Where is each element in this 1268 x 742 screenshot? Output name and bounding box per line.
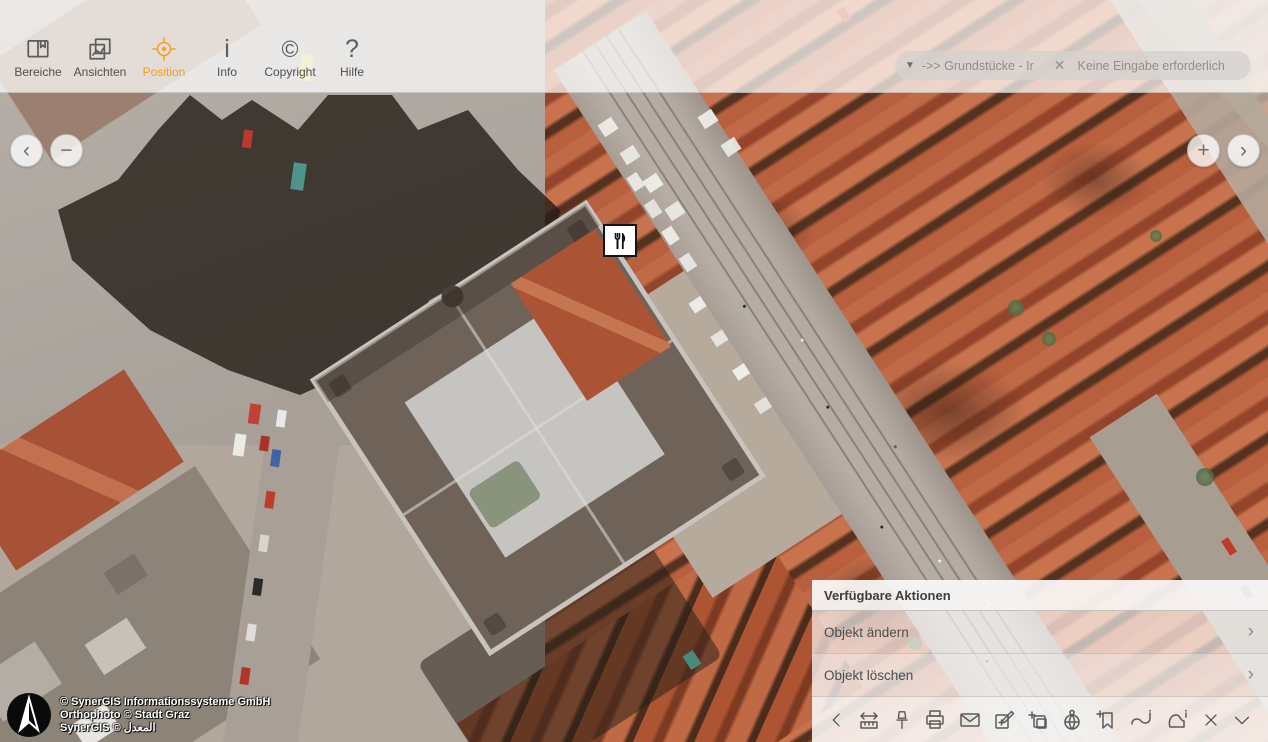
- chevron-down-icon[interactable]: [1231, 709, 1253, 731]
- chevron-right-icon: ›: [1240, 140, 1247, 161]
- close-x-icon[interactable]: [1201, 710, 1221, 730]
- map-art-person: [893, 445, 897, 449]
- search-icon[interactable]: [1241, 55, 1242, 77]
- copyright-icon: ©: [282, 36, 299, 62]
- pan-left-button[interactable]: ‹: [10, 134, 43, 167]
- attribution-line: © SynerGIS Informationssysteme GmbH: [60, 696, 270, 709]
- plus-icon: +: [1197, 140, 1209, 161]
- tool-position[interactable]: Position: [131, 36, 197, 79]
- action-objekt-loeschen[interactable]: Objekt löschen ›: [812, 654, 1268, 697]
- chevron-left-icon[interactable]: [827, 710, 847, 730]
- map-pin-icon[interactable]: [891, 709, 913, 731]
- tool-label: Ansichten: [74, 65, 127, 79]
- zoom-in-button[interactable]: +: [1187, 134, 1220, 167]
- tool-label: Position: [143, 65, 186, 79]
- north-compass-icon: [6, 692, 52, 738]
- attribution-line: Orthophoto © Stadt Graz: [60, 709, 270, 722]
- map-art-vehicle: [246, 623, 257, 641]
- tool-bereiche[interactable]: Bereiche: [5, 36, 71, 79]
- map-attribution: © SynerGIS Informationssysteme GmbH Orth…: [60, 696, 270, 735]
- minus-icon: −: [60, 140, 72, 161]
- identify-line-icon[interactable]: [1128, 708, 1154, 732]
- tool-label: Bereiche: [14, 65, 61, 79]
- map-art-vehicle: [252, 578, 263, 596]
- chevron-right-icon: ›: [1248, 664, 1254, 686]
- identify-area-icon[interactable]: [1165, 708, 1191, 732]
- tool-ansichten[interactable]: Ansichten: [67, 36, 133, 79]
- pan-right-button[interactable]: ›: [1227, 134, 1260, 167]
- map-art-panel: [85, 618, 147, 675]
- search-input[interactable]: [1076, 58, 1241, 74]
- map-art-vehicle: [270, 449, 281, 467]
- attribution-line: SynerGIS © المعدل: [60, 722, 270, 735]
- chevron-right-icon: ›: [1248, 621, 1254, 643]
- restaurant-fork-knife-icon: [608, 229, 632, 253]
- action-label: Objekt löschen: [824, 668, 913, 683]
- actions-panel-title: Verfügbare Aktionen: [812, 580, 1268, 611]
- tool-hilfe[interactable]: ? Hilfe: [319, 36, 385, 79]
- actions-panel: Verfügbare Aktionen Objekt ändern › Obje…: [812, 580, 1268, 742]
- restaurant-marker[interactable]: [603, 224, 637, 257]
- chevron-down-icon: ▼: [905, 60, 915, 71]
- tool-info[interactable]: i Info: [194, 36, 260, 79]
- zoom-out-button[interactable]: −: [50, 134, 83, 167]
- map-art-tree: [1150, 230, 1162, 242]
- action-label: Objekt ändern: [824, 625, 909, 640]
- map-art-vehicle: [264, 491, 275, 509]
- map-art-vehicle: [258, 534, 269, 552]
- measure-ruler-icon[interactable]: [857, 708, 881, 732]
- map-art-tree: [1008, 300, 1024, 316]
- map-art-tower: [721, 457, 746, 482]
- search-bar: ▼ ->> Grundstücke - Ir ✕: [895, 51, 1251, 80]
- map-art-vehicle: [276, 410, 287, 428]
- envelope-icon[interactable]: [958, 708, 982, 732]
- edit-object-icon[interactable]: [992, 708, 1016, 732]
- copy-object-icon[interactable]: [1026, 708, 1050, 732]
- map-art-person: [938, 559, 942, 563]
- info-icon: i: [224, 36, 230, 62]
- clear-icon[interactable]: ✕: [1054, 57, 1066, 74]
- bookmark-add-icon[interactable]: [1094, 708, 1118, 732]
- tool-copyright[interactable]: © Copyright: [257, 36, 323, 79]
- views-sheets-icon: [87, 36, 113, 62]
- position-target-icon: [151, 36, 177, 62]
- areas-book-icon: [25, 36, 51, 62]
- map-art-tree: [1196, 468, 1214, 486]
- map-art-vehicle: [233, 433, 247, 456]
- map-art-tower: [482, 612, 507, 637]
- tool-label: Info: [217, 65, 237, 79]
- tool-label: Hilfe: [340, 65, 364, 79]
- map-art-person: [826, 405, 830, 409]
- printer-icon[interactable]: [923, 708, 947, 732]
- help-icon: ?: [345, 36, 359, 62]
- tool-label: Copyright: [264, 65, 315, 79]
- search-category-label: ->> Grundstücke - Ir: [922, 59, 1034, 73]
- chevron-left-icon: ‹: [23, 140, 30, 161]
- app-window: Bereiche Ansichten Position i Info © Cop…: [0, 0, 1268, 742]
- map-art-vehicle: [239, 667, 250, 685]
- map-art-panel: [104, 553, 148, 594]
- actions-toolbar: [812, 697, 1268, 742]
- action-objekt-aendern[interactable]: Objekt ändern ›: [812, 611, 1268, 654]
- globe-position-icon[interactable]: [1060, 708, 1084, 732]
- map-art-person: [880, 525, 884, 529]
- map-art-person: [742, 304, 746, 308]
- map-art-tree: [1042, 332, 1056, 346]
- search-category-dropdown[interactable]: ▼ ->> Grundstücke - Ir: [905, 59, 1034, 73]
